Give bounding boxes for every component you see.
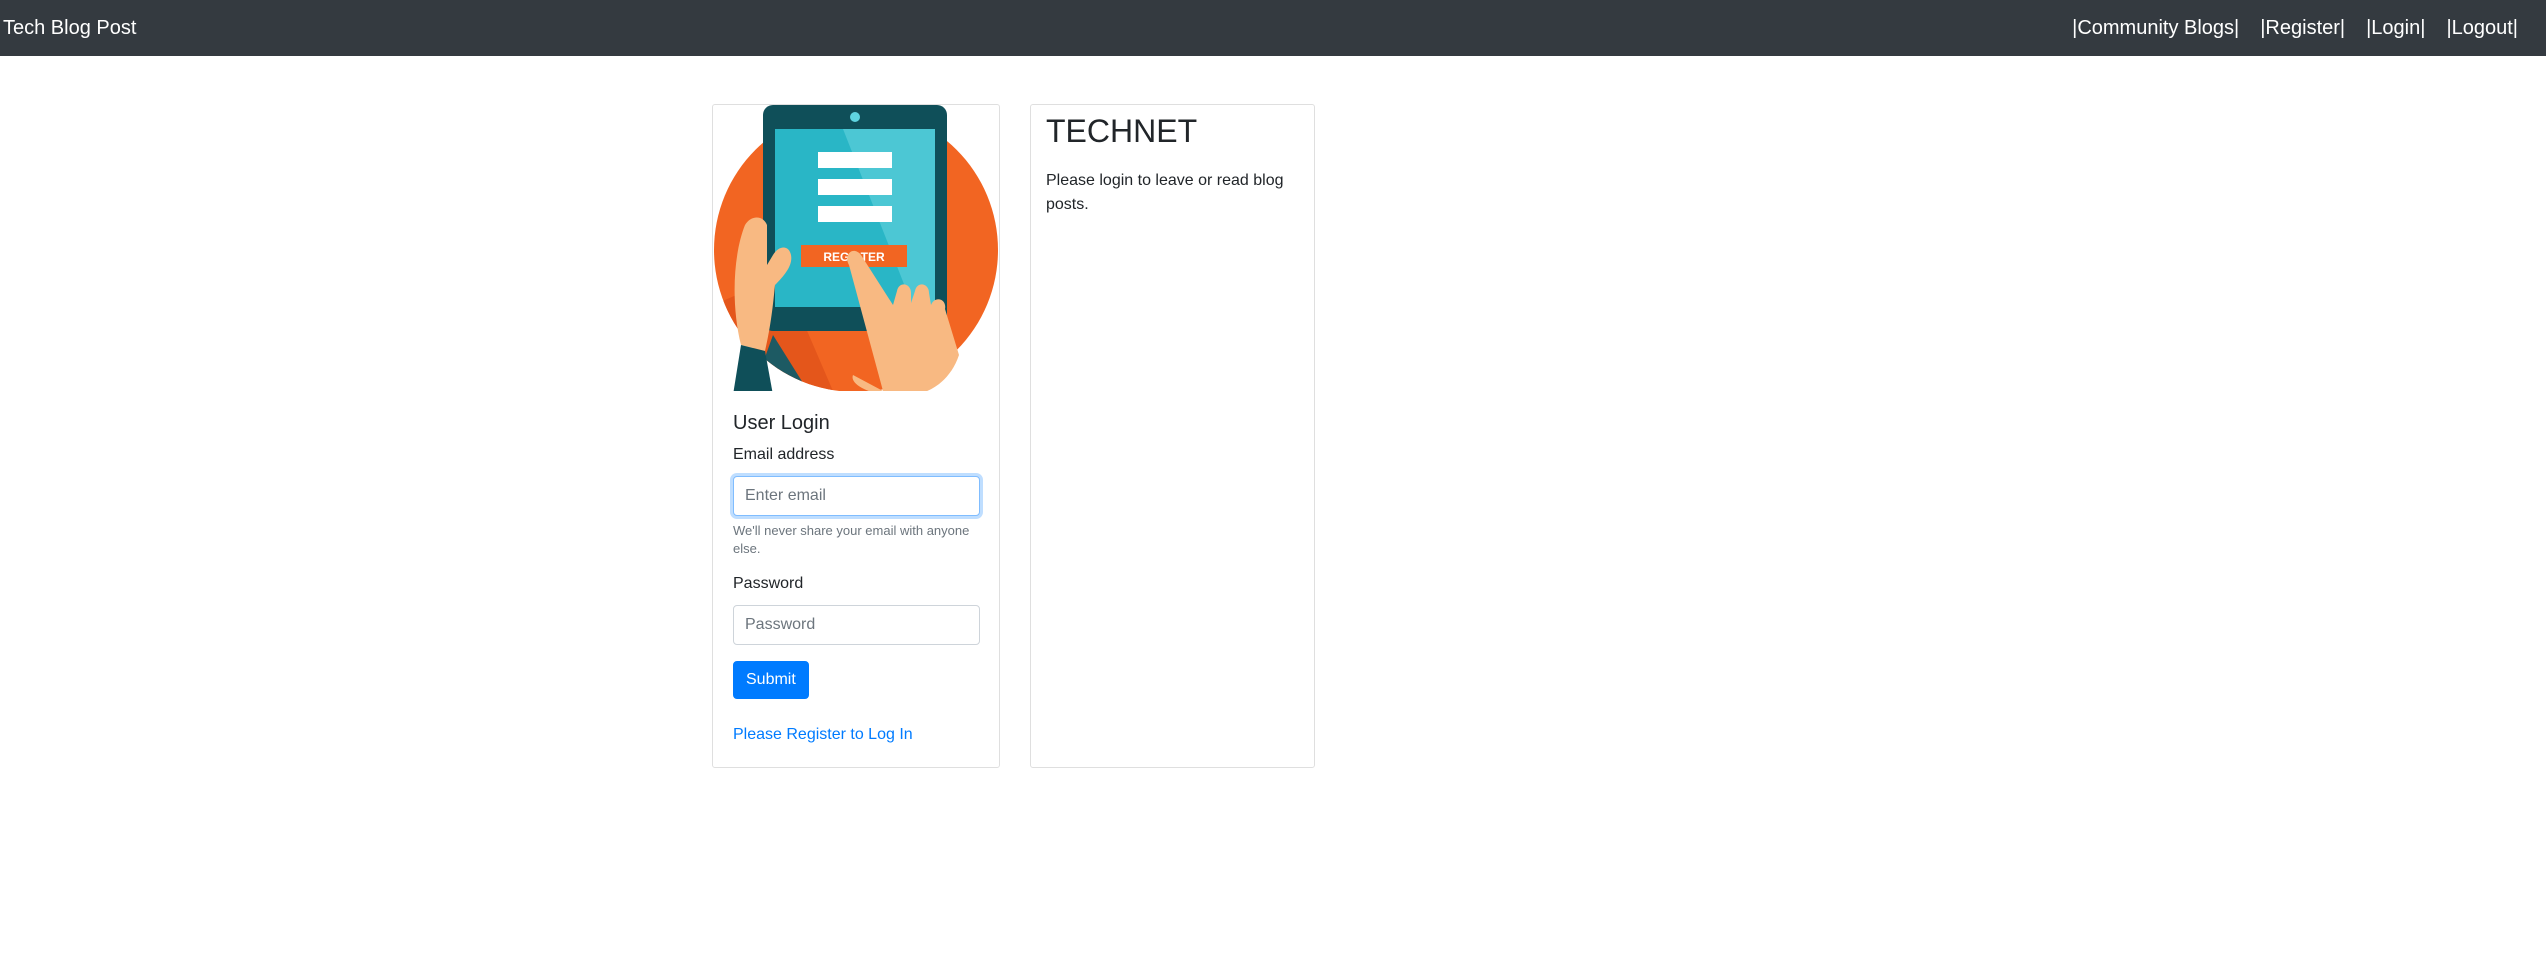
site-title: TECHNET — [1046, 113, 1198, 149]
register-tablet-illustration: REGISTER — [714, 105, 998, 391]
info-card: TECHNET Please login to leave or read bl… — [1030, 104, 1315, 768]
info-text: Please login to leave or read blog posts… — [1046, 172, 1284, 213]
password-label: Password — [733, 575, 804, 592]
submit-button[interactable]: Submit — [733, 661, 809, 699]
nav-community-blogs-link[interactable]: |Community Blogs| — [2072, 17, 2239, 40]
login-title: User Login — [733, 412, 830, 434]
nav-login-link[interactable]: |Login| — [2366, 17, 2425, 40]
password-input[interactable] — [733, 605, 980, 645]
email-help-text: We'll never share your email with anyone… — [733, 523, 970, 556]
top-navbar: Tech Blog Post |Community Blogs| |Regist… — [0, 0, 2546, 56]
nav-logout-link[interactable]: |Logout| — [2446, 17, 2518, 40]
nav-register-link[interactable]: |Register| — [2260, 17, 2345, 40]
brand-link[interactable]: Tech Blog Post — [3, 17, 136, 40]
login-form: User Login Email address We'll never sha… — [733, 409, 981, 744]
email-label: Email address — [733, 446, 835, 463]
register-link[interactable]: Please Register to Log In — [733, 726, 981, 744]
email-input[interactable] — [733, 476, 980, 516]
nav-links: |Community Blogs| |Register| |Login| |Lo… — [2051, 17, 2518, 40]
login-card: REGISTER User Login Email address We'll … — [712, 104, 1000, 768]
